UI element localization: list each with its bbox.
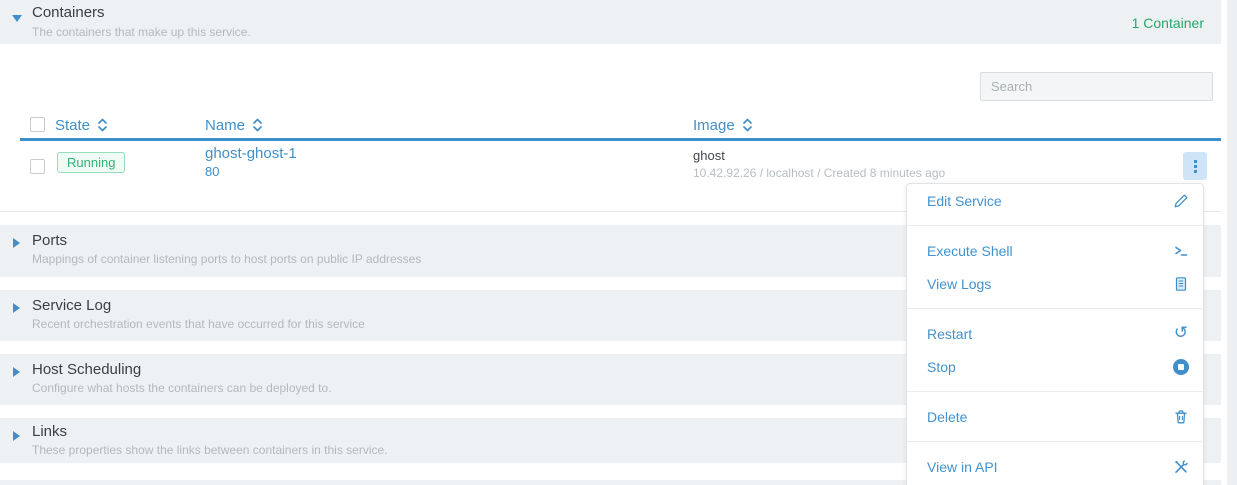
menu-separator xyxy=(907,225,1203,226)
ellipsis-icon xyxy=(1194,160,1197,163)
restart-icon: ↺ xyxy=(1172,325,1190,343)
pencil-icon xyxy=(1172,192,1190,210)
expand-triangle-icon[interactable] xyxy=(13,303,20,313)
api-icon xyxy=(1172,458,1190,476)
state-badge: Running xyxy=(57,152,125,173)
column-label: State xyxy=(55,117,90,134)
expand-triangle-icon[interactable] xyxy=(13,431,20,441)
expand-triangle-icon[interactable] xyxy=(13,238,20,248)
sort-icon xyxy=(742,117,753,133)
section-subtitle: These properties show the links between … xyxy=(32,443,388,457)
container-port-link[interactable]: 80 xyxy=(205,164,219,179)
column-label: Image xyxy=(693,117,735,134)
menu-item-stop[interactable]: Stop xyxy=(907,350,1203,383)
menu-item-label: Edit Service xyxy=(927,193,1002,209)
section-containers-header[interactable]: Containers The containers that make up t… xyxy=(0,0,1221,44)
column-header-image[interactable]: Image xyxy=(693,112,753,138)
menu-item-label: View Logs xyxy=(927,276,991,292)
section-title: Ports xyxy=(32,232,67,249)
menu-item-delete[interactable]: Delete xyxy=(907,400,1203,433)
menu-item-restart[interactable]: Restart ↺ xyxy=(907,317,1203,350)
menu-item-label: Execute Shell xyxy=(927,243,1013,259)
section-title: Containers xyxy=(32,4,105,21)
trash-icon xyxy=(1172,408,1190,426)
column-header-name[interactable]: Name xyxy=(205,112,263,138)
menu-separator xyxy=(907,441,1203,442)
section-title: Links xyxy=(32,423,67,440)
image-meta: 10.42.92.26 / localhost / Created 8 minu… xyxy=(693,166,945,180)
column-label: Name xyxy=(205,117,245,134)
menu-item-label: Stop xyxy=(927,359,956,375)
section-subtitle: Recent orchestration events that have oc… xyxy=(32,317,365,331)
sort-icon xyxy=(97,117,108,133)
row-actions-button[interactable] xyxy=(1183,152,1207,180)
menu-item-view-in-api[interactable]: View in API xyxy=(907,450,1203,483)
container-count-badge: 1 Container xyxy=(1132,15,1204,31)
select-all-checkbox[interactable] xyxy=(30,117,45,132)
container-actions-menu: Edit Service Execute Shell View Logs xyxy=(906,183,1204,485)
expand-triangle-icon[interactable] xyxy=(13,367,20,377)
table-header: State Name Image xyxy=(20,112,1221,141)
section-title: Service Log xyxy=(32,297,111,314)
menu-item-execute-shell[interactable]: Execute Shell xyxy=(907,234,1203,267)
file-icon xyxy=(1172,275,1190,293)
column-header-state[interactable]: State xyxy=(55,112,108,138)
service-detail-page: Containers The containers that make up t… xyxy=(0,0,1237,485)
section-subtitle: The containers that make up this service… xyxy=(32,25,251,39)
menu-item-view-logs[interactable]: View Logs xyxy=(907,267,1203,300)
section-subtitle: Configure what hosts the containers can … xyxy=(32,381,332,395)
scrollbar-track[interactable] xyxy=(1227,0,1237,485)
menu-separator xyxy=(907,391,1203,392)
terminal-icon xyxy=(1172,242,1190,260)
table-row: Running ghost-ghost-1 80 ghost 10.42.92.… xyxy=(20,141,1221,186)
container-name-link[interactable]: ghost-ghost-1 xyxy=(205,145,297,162)
menu-item-label: Restart xyxy=(927,326,972,342)
sort-icon xyxy=(252,117,263,133)
menu-separator xyxy=(907,308,1203,309)
section-title: Host Scheduling xyxy=(32,361,141,378)
section-subtitle: Mappings of container listening ports to… xyxy=(32,252,421,266)
menu-item-label: Delete xyxy=(927,409,967,425)
stop-icon xyxy=(1172,358,1190,376)
collapse-triangle-icon[interactable] xyxy=(12,15,22,22)
image-name: ghost xyxy=(693,148,725,163)
row-checkbox[interactable] xyxy=(30,159,45,174)
search-input[interactable] xyxy=(980,72,1213,101)
menu-item-edit-service[interactable]: Edit Service xyxy=(907,184,1203,217)
menu-item-label: View in API xyxy=(927,459,998,475)
